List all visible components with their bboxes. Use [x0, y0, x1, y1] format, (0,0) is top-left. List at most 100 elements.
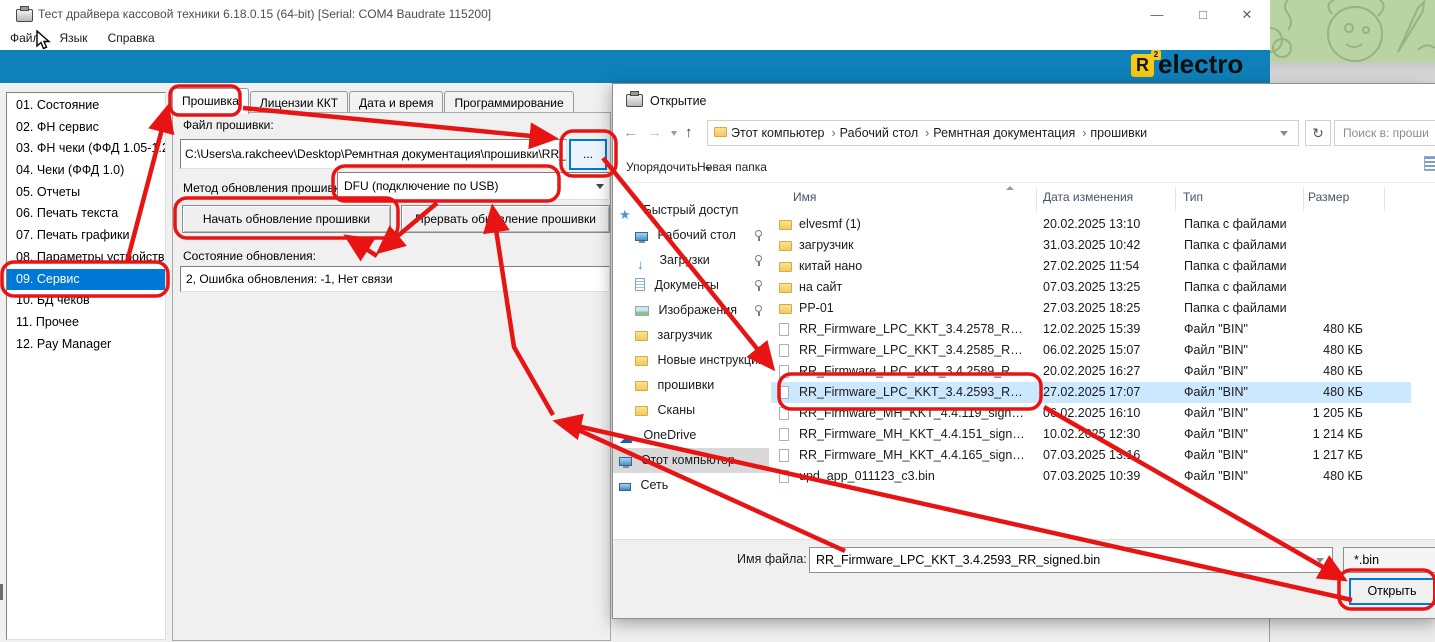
back-icon[interactable]: ← [623, 124, 638, 141]
address-folder-icon [714, 127, 727, 137]
file-row[interactable]: RR_Firmware_MH_KKT_4.4.119_signed.bin 06… [771, 403, 1411, 424]
forward-icon[interactable]: → [647, 124, 662, 141]
pin-icon [755, 280, 763, 291]
sidebar-item[interactable]: 01. Состояние [7, 95, 165, 117]
tree-item[interactable]: Изображения [613, 298, 769, 323]
tree-item[interactable]: OneDrive [613, 423, 769, 448]
menu-item[interactable]: Файл [0, 28, 50, 45]
browse-button[interactable]: ... [569, 139, 607, 170]
tree-item-icon [619, 457, 632, 466]
tree-item-label: Документы [654, 278, 718, 292]
pin-icon [755, 230, 763, 241]
sidebar-item[interactable]: 12. Pay Manager [7, 334, 165, 356]
file-type-icon [779, 407, 789, 420]
file-row[interactable]: RR_Firmware_MH_KKT_4.4.151_signed.bin 10… [771, 424, 1411, 445]
breadcrumb-item[interactable]: Этот компьютер [729, 121, 838, 145]
tree-item[interactable]: загрузчик [613, 323, 769, 348]
file-row[interactable]: RR_Firmware_LPC_KKT_3.4.2585_RR_sign... … [771, 340, 1411, 361]
address-bar[interactable]: Этот компьютерРабочий столРемнтная докум… [707, 120, 1299, 146]
sidebar-item[interactable]: 03. ФН чеки (ФФД 1.05-1.2) [7, 138, 165, 160]
firmware-path-input[interactable]: C:\Users\a.rakcheev\Desktop\Ремнтная док… [180, 139, 567, 169]
firmware-file-label: Файл прошивки: [183, 118, 274, 132]
brand-banner: R 2 electro [0, 50, 1270, 83]
search-input[interactable]: Поиск в: проши [1334, 120, 1435, 146]
file-row[interactable]: на сайт 07.03.2025 13:25 Папка с файлами [771, 277, 1411, 298]
refresh-icon[interactable]: ↻ [1305, 120, 1331, 146]
tree-item[interactable]: Этот компьютер [613, 448, 769, 473]
filename-input[interactable]: RR_Firmware_LPC_KKT_3.4.2593_RR_signed.b… [809, 547, 1333, 573]
column-header-name[interactable]: Имя [793, 190, 816, 204]
file-name: загрузчик [799, 235, 1027, 256]
dialog-footer: Имя файла: RR_Firmware_LPC_KKT_3.4.2593_… [613, 539, 1435, 618]
sidebar-item[interactable]: 06. Печать текста [7, 203, 165, 225]
abort-update-button[interactable]: Прервать обновление прошивки [401, 205, 610, 233]
divider[interactable] [1175, 188, 1176, 211]
start-update-button[interactable]: Начать обновление прошивки [182, 205, 391, 233]
divider[interactable] [1303, 188, 1304, 211]
file-name: RR_Firmware_LPC_KKT_3.4.2589_RR_sign... [799, 361, 1027, 382]
file-row[interactable]: upd_app_011123_c3.bin 07.03.2025 10:39 Ф… [771, 466, 1411, 487]
file-filter-combobox[interactable]: *.bin [1343, 547, 1435, 573]
sidebar-item[interactable]: 05. Отчеты [7, 182, 165, 204]
sidebar-item[interactable]: 10. БД чеков [7, 290, 165, 312]
menu-item[interactable]: Язык [50, 28, 98, 45]
tab[interactable]: Дата и время [349, 91, 443, 114]
menu-item[interactable]: Справка [98, 28, 165, 45]
sidebar-item[interactable]: 09. Сервис [7, 269, 165, 291]
file-date: 10.02.2025 12:30 [1043, 424, 1140, 445]
file-row[interactable]: RR_Firmware_LPC_KKT_3.4.2578_RR_sign... … [771, 319, 1411, 340]
file-row[interactable]: китай нано 27.02.2025 11:54 Папка с файл… [771, 256, 1411, 277]
file-type: Файл "BIN" [1184, 319, 1248, 340]
address-chevron-icon[interactable] [1280, 131, 1288, 136]
column-header-date[interactable]: Дата изменения [1043, 190, 1133, 204]
file-type-icon [779, 428, 789, 441]
close-button[interactable]: ✕ [1232, 5, 1262, 25]
file-type: Файл "BIN" [1184, 445, 1248, 466]
up-icon[interactable]: ↑ [685, 124, 693, 141]
tree-item[interactable]: Загрузки [613, 248, 769, 273]
file-row[interactable]: RR_Firmware_LPC_KKT_3.4.2593_RR_sign... … [771, 382, 1411, 403]
column-header-size[interactable]: Размер [1308, 190, 1349, 204]
tree-item[interactable]: Сеть [613, 473, 769, 498]
tree-item[interactable]: Новые инструкции [613, 348, 769, 373]
history-chevron-icon[interactable] [671, 131, 677, 136]
view-mode-icon[interactable] [1424, 156, 1435, 171]
breadcrumb-item[interactable]: Ремнтная документация [931, 121, 1088, 145]
column-header-type[interactable]: Тип [1183, 190, 1203, 204]
sidebar-item[interactable]: 08. Параметры устройства [7, 247, 165, 269]
tree-item[interactable]: Документы [613, 273, 769, 298]
tree-item[interactable]: Сканы [613, 398, 769, 423]
file-row[interactable]: elvesmf (1) 20.02.2025 13:10 Папка с фай… [771, 214, 1411, 235]
file-name: elvesmf (1) [799, 214, 1027, 235]
divider[interactable] [1384, 188, 1385, 211]
sidebar-item[interactable]: 11. Прочее [7, 312, 165, 334]
tree-item[interactable]: Быстрый доступ [613, 198, 769, 223]
sidebar-item[interactable]: 02. ФН сервис [7, 117, 165, 139]
divider[interactable] [1036, 188, 1037, 211]
tree-item[interactable]: прошивки [613, 373, 769, 398]
breadcrumb-item[interactable]: Рабочий стол [838, 121, 932, 145]
tab-strip: ПрошивкаЛицензии ККТДата и времяПрограмм… [172, 88, 612, 113]
file-row[interactable]: RR_Firmware_LPC_KKT_3.4.2589_RR_sign... … [771, 361, 1411, 382]
open-button[interactable]: Открыть [1349, 578, 1435, 605]
file-row[interactable]: RR_Firmware_MH_KKT_4.4.165_signed.bin 07… [771, 445, 1411, 466]
maximize-button[interactable]: □ [1188, 5, 1218, 25]
minimize-button[interactable]: — [1142, 5, 1172, 25]
tree-item-label: Рабочий стол [657, 228, 735, 242]
file-row[interactable]: PP-01 27.03.2025 18:25 Папка с файлами [771, 298, 1411, 319]
tab[interactable]: Программирование [444, 91, 573, 114]
file-row[interactable]: загрузчик 31.03.2025 10:42 Папка с файла… [771, 235, 1411, 256]
sidebar-item[interactable]: 07. Печать графики [7, 225, 165, 247]
new-folder-button[interactable]: Новая папка [697, 160, 767, 174]
method-combobox[interactable]: DFU (подключение по USB) [337, 172, 610, 200]
pin-icon [755, 305, 763, 316]
breadcrumb-item[interactable]: прошивки [1088, 121, 1156, 145]
tree-item-label: Сеть [640, 478, 668, 492]
tab[interactable]: Лицензии ККТ [250, 91, 348, 114]
tab[interactable]: Прошивка [172, 88, 249, 114]
sidebar-item[interactable]: 04. Чеки (ФФД 1.0) [7, 160, 165, 182]
tree-item[interactable]: Рабочий стол [613, 223, 769, 248]
file-date: 20.02.2025 16:27 [1043, 361, 1140, 382]
file-name: RR_Firmware_MH_KKT_4.4.165_signed.bin [799, 445, 1027, 466]
file-size: 480 КБ [1253, 466, 1363, 487]
